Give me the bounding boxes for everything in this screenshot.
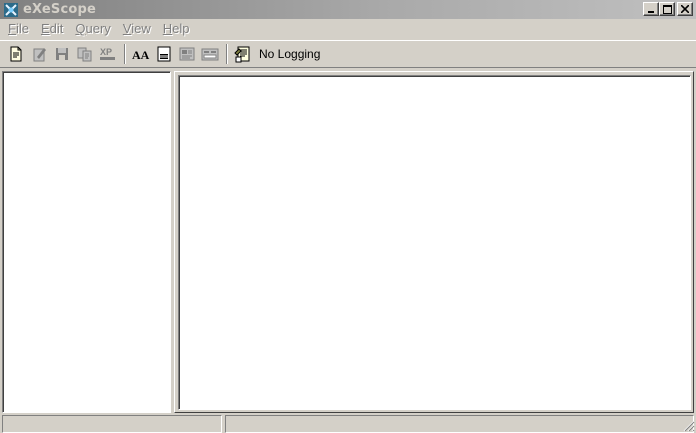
save-icon — [56, 48, 68, 60]
menu-help-label: elp — [172, 21, 190, 36]
maximize-icon — [662, 4, 672, 14]
menu-query-label: uery — [85, 21, 111, 36]
bitmap-button[interactable] — [153, 43, 175, 65]
xp-label: XP — [100, 47, 112, 57]
menu-view[interactable]: View — [117, 21, 157, 36]
toolbar: XP AA No Logging — [0, 40, 696, 68]
menu-edit-label: dit — [49, 21, 64, 36]
menu-view-label: iew — [131, 21, 151, 36]
bitmap-icon — [157, 46, 171, 62]
xp-icon: XP — [100, 47, 115, 60]
menu-file-label: ile — [15, 21, 29, 36]
window-controls — [643, 2, 693, 16]
edit-icon — [33, 48, 46, 62]
logging-icon — [234, 46, 250, 63]
save-button[interactable] — [51, 43, 73, 65]
resize-grip-icon[interactable] — [682, 419, 695, 432]
menu-view-accel: V — [122, 21, 132, 36]
copy-icon — [77, 47, 92, 62]
content-pane[interactable] — [178, 75, 691, 410]
menu-file[interactable]: File — [0, 21, 35, 36]
xp-button[interactable]: XP — [97, 43, 119, 65]
menu-help-accel: H — [162, 21, 173, 36]
font-icon: AA — [132, 48, 150, 62]
status-panel-left — [2, 415, 222, 433]
resource-icon — [201, 48, 219, 61]
maximize-button[interactable] — [659, 2, 675, 16]
edit-button[interactable] — [28, 43, 50, 65]
open-button[interactable] — [5, 43, 27, 65]
logging-button[interactable] — [232, 43, 254, 65]
minimize-button[interactable] — [643, 2, 659, 16]
menu-query[interactable]: Query — [69, 21, 116, 36]
open-icon — [10, 46, 22, 62]
app-icon[interactable] — [3, 2, 19, 18]
status-panel-right — [225, 415, 694, 433]
menu-query-accel: Q — [75, 21, 86, 36]
menu-file-accel: F — [8, 21, 16, 36]
close-button[interactable] — [677, 2, 693, 16]
toolbar-separator — [226, 44, 228, 64]
window-title: eXeScope — [23, 2, 97, 17]
status-bar — [0, 414, 696, 433]
menu-bar: File Edit Query View Help — [0, 19, 696, 38]
menu-help[interactable]: Help — [157, 21, 196, 36]
dialog-icon — [179, 47, 195, 61]
dialog-button[interactable] — [176, 43, 198, 65]
resource-button[interactable] — [199, 43, 221, 65]
title-bar: eXeScope — [0, 0, 696, 19]
minimize-icon — [648, 10, 654, 13]
copy-button[interactable] — [74, 43, 96, 65]
menu-edit[interactable]: Edit — [35, 21, 69, 36]
resource-tree-pane[interactable] — [2, 71, 171, 413]
toolbar-separator — [124, 44, 126, 64]
logging-status: No Logging — [259, 47, 321, 61]
font-button[interactable]: AA — [130, 43, 152, 65]
close-icon — [681, 5, 689, 13]
menu-edit-accel: E — [40, 21, 50, 36]
font-label: AA — [132, 48, 150, 62]
